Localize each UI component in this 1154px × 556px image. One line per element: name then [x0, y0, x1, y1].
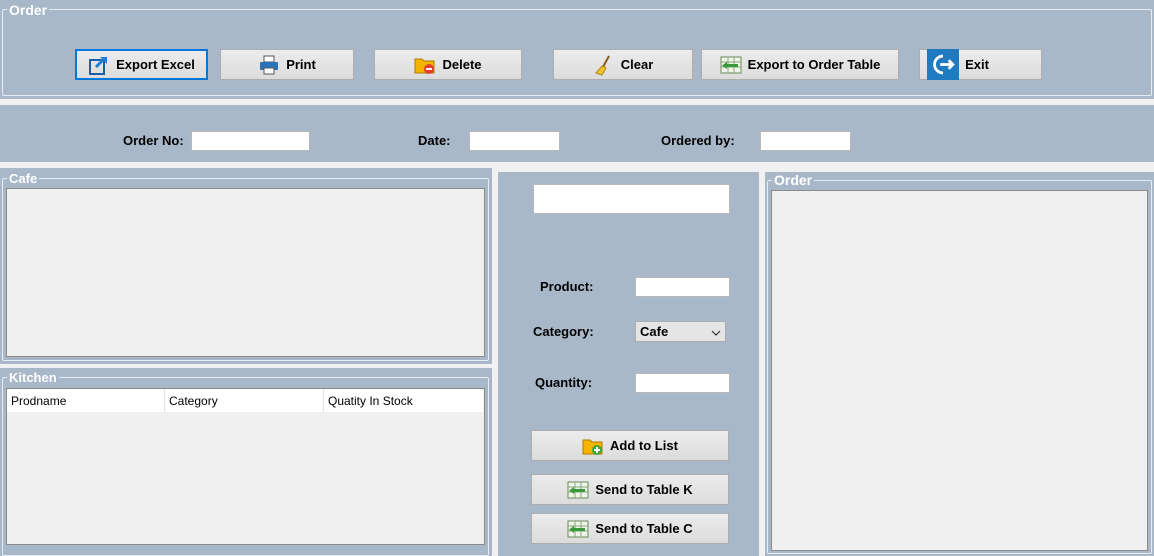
column-header-quantity[interactable]: Quatity In Stock — [324, 389, 483, 412]
exit-button[interactable]: Exit — [919, 49, 1042, 80]
category-label: Category: — [533, 324, 594, 339]
kitchen-group-title: Kitchen — [7, 370, 59, 385]
cafe-group-title: Cafe — [7, 171, 40, 186]
kitchen-grid-header: Prodname Category Quatity In Stock — [7, 389, 483, 412]
folder-add-icon — [582, 435, 604, 457]
category-select[interactable]: Cafe — [635, 321, 726, 342]
print-button[interactable]: Print — [220, 49, 354, 80]
category-select-value: Cafe — [640, 324, 669, 339]
product-label: Product: — [540, 279, 594, 294]
exit-icon — [927, 49, 960, 80]
order-no-input[interactable] — [191, 131, 310, 151]
send-table-c-button[interactable]: Send to Table C — [531, 513, 729, 544]
export-excel-button[interactable]: Export Excel — [75, 49, 208, 80]
order-no-label: Order No: — [123, 133, 184, 148]
add-to-list-label: Add to List — [610, 438, 678, 453]
ordered-by-input[interactable] — [760, 131, 851, 151]
top-entry-input[interactable] — [533, 184, 730, 214]
quantity-label: Quantity: — [535, 375, 593, 390]
ordered-by-label: Ordered by: — [661, 133, 735, 148]
cafe-list[interactable] — [6, 188, 485, 357]
export-order-table-button[interactable]: Export to Order Table — [701, 49, 899, 80]
print-label: Print — [286, 57, 316, 72]
quantity-input[interactable] — [635, 373, 730, 393]
column-header-category[interactable]: Category — [165, 389, 324, 412]
export-excel-label: Export Excel — [116, 57, 195, 72]
export-icon — [88, 54, 110, 76]
send-table-k-button[interactable]: Send to Table K — [531, 474, 729, 505]
column-header-prodname[interactable]: Prodname — [7, 389, 165, 412]
table-arrow-icon — [720, 54, 742, 76]
export-order-table-label: Export to Order Table — [747, 57, 881, 72]
delete-label: Delete — [442, 57, 482, 72]
delete-button[interactable]: Delete — [374, 49, 522, 80]
clear-label: Clear — [620, 57, 654, 72]
send-table-c-label: Send to Table C — [595, 521, 693, 536]
date-input[interactable] — [469, 131, 560, 151]
table-arrow-icon — [567, 518, 589, 540]
broom-icon — [593, 54, 615, 76]
toolbar-group-title: Order — [7, 2, 50, 18]
order-group-title: Order — [772, 172, 815, 188]
date-label: Date: — [418, 133, 451, 148]
clear-button[interactable]: Clear — [553, 49, 693, 80]
chevron-down-icon — [711, 324, 721, 339]
printer-icon — [258, 54, 280, 76]
folder-delete-icon — [414, 54, 436, 76]
send-table-k-label: Send to Table K — [595, 482, 693, 497]
order-list[interactable] — [771, 190, 1148, 551]
add-to-list-button[interactable]: Add to List — [531, 430, 729, 461]
exit-label: Exit — [965, 57, 989, 72]
product-input[interactable] — [635, 277, 730, 297]
table-arrow-icon — [567, 479, 589, 501]
